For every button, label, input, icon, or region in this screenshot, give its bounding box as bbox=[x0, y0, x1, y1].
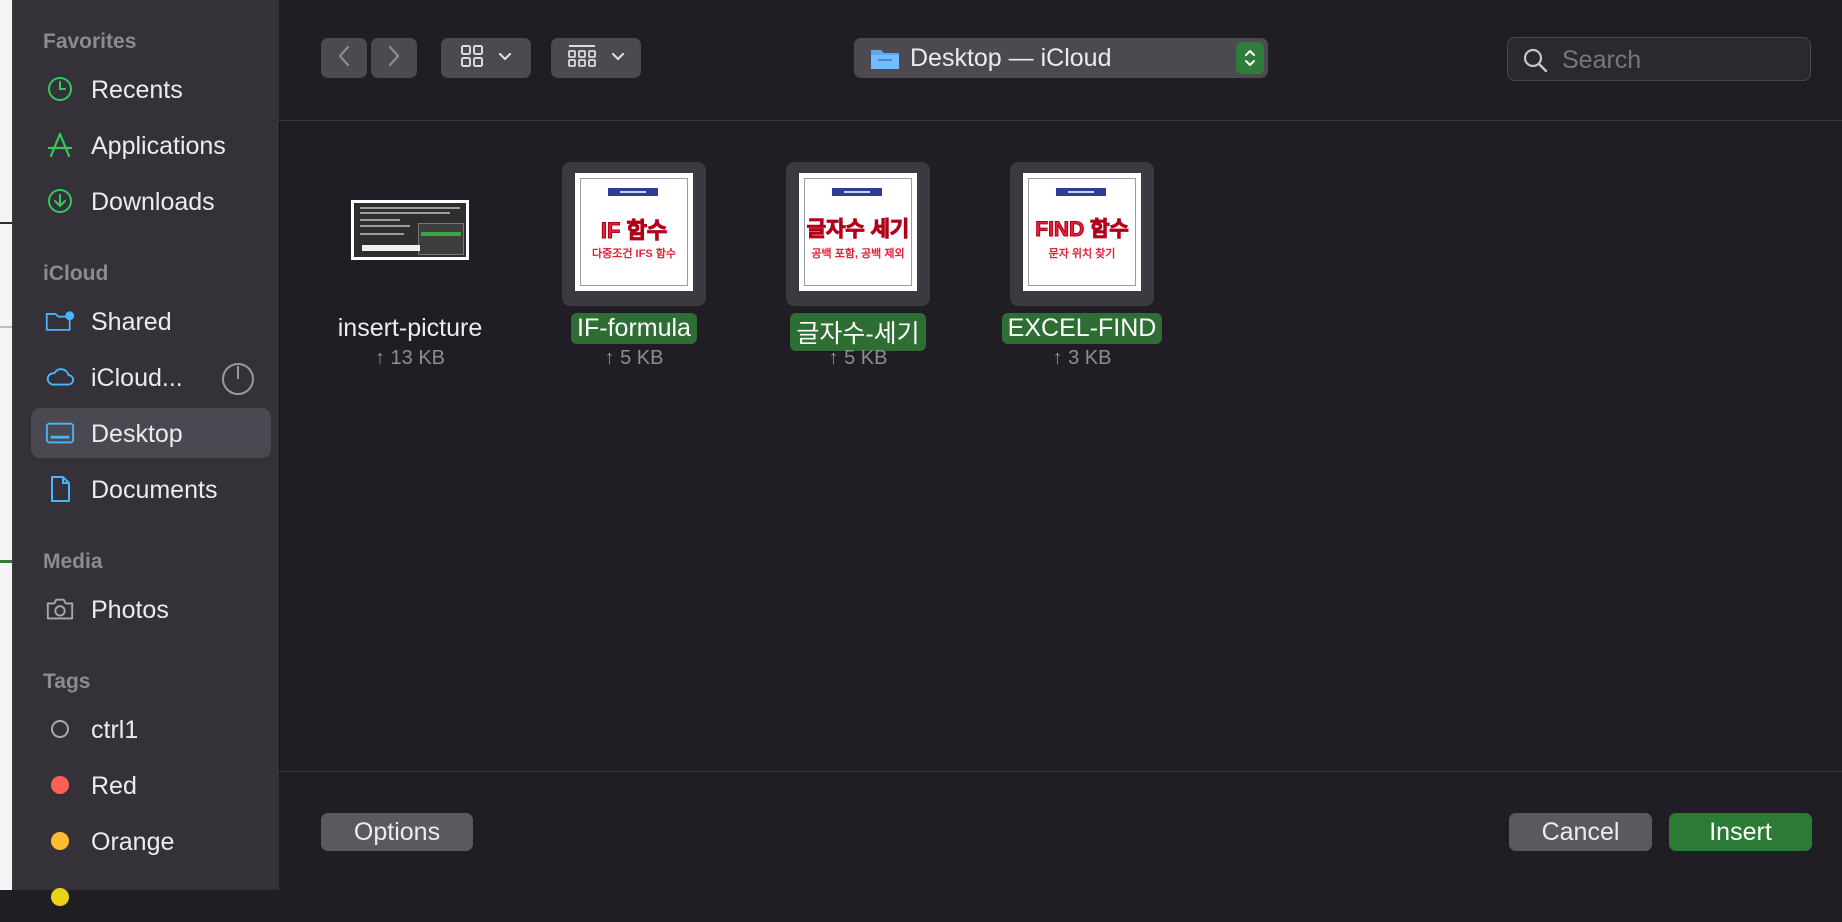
sidebar-item-label: ctrl1 bbox=[91, 716, 139, 744]
sidebar-tag-ctrl1[interactable]: ctrl1 bbox=[31, 704, 271, 754]
up-down-chevron-icon bbox=[1236, 42, 1264, 74]
tag-dot-icon bbox=[45, 828, 75, 854]
file-open-dialog: Favorites Recents Applications Downloads… bbox=[12, 0, 1842, 906]
file-item[interactable]: FIND 함수 문자 위치 찾기 EXCEL-FIND ↑ 3 KB bbox=[987, 161, 1177, 381]
thumbnail-title: 글자수 세기 bbox=[806, 218, 910, 242]
search-input[interactable] bbox=[1560, 42, 1804, 78]
screenshot-thumbnail bbox=[351, 200, 469, 260]
desktop-icon bbox=[45, 420, 75, 446]
file-thumbnail: FIND 함수 문자 위치 찾기 bbox=[1010, 162, 1154, 306]
dialog-footer: Options Cancel Insert bbox=[279, 771, 1842, 891]
sidebar-item-label: Red bbox=[91, 772, 137, 800]
sidebar-item-label: Recents bbox=[91, 76, 183, 104]
grid-icon bbox=[460, 44, 484, 73]
sidebar-item-desktop[interactable]: Desktop bbox=[31, 408, 271, 458]
file-name: insert-picture bbox=[337, 314, 483, 342]
sync-progress-icon bbox=[221, 362, 255, 401]
cancel-button[interactable]: Cancel bbox=[1509, 813, 1652, 851]
sidebar-item-label: Shared bbox=[91, 308, 172, 336]
tag-dot-icon bbox=[45, 884, 75, 910]
section-title-tags: Tags bbox=[43, 670, 91, 693]
thumbnail-subtitle: 다중조건 IFS 함수 bbox=[592, 248, 676, 260]
sidebar-item-label: Applications bbox=[91, 132, 226, 160]
sidebar-item-label: iCloud... bbox=[91, 364, 183, 392]
file-meta: ↑ 13 KB bbox=[374, 347, 446, 369]
sidebar-tag-partial[interactable] bbox=[31, 872, 271, 922]
section-title-icloud: iCloud bbox=[43, 262, 109, 285]
folder-icon bbox=[870, 45, 900, 76]
file-grid: insert-picture ↑ 13 KB IF 함수 다중조건 IFS 함수… bbox=[279, 121, 1842, 771]
chevron-left-icon bbox=[337, 45, 351, 72]
camera-icon bbox=[45, 596, 75, 622]
cloud-icon bbox=[45, 364, 75, 390]
background-divider bbox=[0, 222, 12, 224]
tag-dot-icon bbox=[45, 716, 75, 742]
sidebar-item-label: Downloads bbox=[91, 188, 215, 216]
thumbnail-title: IF 함수 bbox=[600, 218, 668, 244]
applications-icon bbox=[45, 132, 75, 158]
location-popup[interactable]: Desktop — iCloud bbox=[854, 38, 1268, 78]
file-thumbnail: IF 함수 다중조건 IFS 함수 bbox=[562, 162, 706, 306]
sidebar-item-icloud-drive[interactable]: iCloud... bbox=[31, 352, 271, 402]
section-title-favorites: Favorites bbox=[43, 30, 137, 53]
group-by-menu-button[interactable] bbox=[551, 38, 641, 78]
insert-button[interactable]: Insert bbox=[1669, 813, 1812, 851]
background-app-window bbox=[0, 0, 12, 890]
thumbnail-title: FIND 함수 bbox=[1035, 218, 1129, 242]
group-grid-icon bbox=[567, 44, 597, 73]
back-button[interactable] bbox=[321, 38, 367, 78]
forward-button[interactable] bbox=[371, 38, 417, 78]
sidebar-item-label: Photos bbox=[91, 596, 169, 624]
sidebar-item-applications[interactable]: Applications bbox=[31, 120, 271, 170]
file-meta: ↑ 5 KB bbox=[828, 347, 888, 369]
file-name: 글자수-세기 bbox=[790, 313, 926, 351]
sidebar-item-label: Documents bbox=[91, 476, 218, 504]
search-icon bbox=[1522, 47, 1548, 78]
shared-folder-icon bbox=[45, 308, 75, 334]
sidebar-item-label: Orange bbox=[91, 828, 175, 856]
icon-view-menu-button[interactable] bbox=[441, 38, 531, 78]
file-meta: ↑ 5 KB bbox=[604, 347, 664, 369]
sidebar-item-documents[interactable]: Documents bbox=[31, 464, 271, 514]
document-icon bbox=[45, 476, 75, 502]
thumbnail-subtitle: 문자 위치 찾기 bbox=[1048, 248, 1116, 260]
sidebar-item-photos[interactable]: Photos bbox=[31, 584, 271, 634]
sidebar-tag-red[interactable]: Red bbox=[31, 760, 271, 810]
chevron-down-icon bbox=[611, 49, 625, 67]
chevron-down-icon bbox=[498, 49, 512, 67]
chevron-right-icon bbox=[387, 45, 401, 72]
sidebar-item-downloads[interactable]: Downloads bbox=[31, 176, 271, 226]
file-thumbnail: 글자수 세기 공백 포함, 공백 제외 bbox=[786, 162, 930, 306]
search-field[interactable] bbox=[1507, 37, 1811, 81]
clock-icon bbox=[45, 76, 75, 102]
file-thumbnail bbox=[338, 162, 482, 306]
sidebar-tag-orange[interactable]: Orange bbox=[31, 816, 271, 866]
background-divider bbox=[0, 326, 12, 328]
file-name: IF-formula bbox=[571, 313, 697, 344]
file-meta: ↑ 3 KB bbox=[1052, 347, 1112, 369]
file-item[interactable]: insert-picture ↑ 13 KB bbox=[315, 161, 505, 381]
file-item[interactable]: 글자수 세기 공백 포함, 공백 제외 글자수-세기 ↑ 5 KB bbox=[763, 161, 953, 381]
tag-dot-icon bbox=[45, 772, 75, 798]
options-button[interactable]: Options bbox=[321, 813, 473, 851]
thumbnail-subtitle: 공백 포함, 공백 제외 bbox=[811, 248, 905, 260]
sidebar-item-shared[interactable]: Shared bbox=[31, 296, 271, 346]
location-label: Desktop — iCloud bbox=[910, 44, 1112, 72]
file-name: EXCEL-FIND bbox=[1001, 313, 1163, 344]
background-divider bbox=[0, 560, 12, 563]
section-title-media: Media bbox=[43, 550, 103, 573]
toolbar: Desktop — iCloud bbox=[279, 0, 1842, 121]
sidebar-item-recents[interactable]: Recents bbox=[31, 64, 271, 114]
sidebar-item-label: Desktop bbox=[91, 420, 183, 448]
sidebar: Favorites Recents Applications Downloads… bbox=[13, 0, 280, 906]
file-item[interactable]: IF 함수 다중조건 IFS 함수 IF-formula ↑ 5 KB bbox=[539, 161, 729, 381]
download-icon bbox=[45, 188, 75, 214]
